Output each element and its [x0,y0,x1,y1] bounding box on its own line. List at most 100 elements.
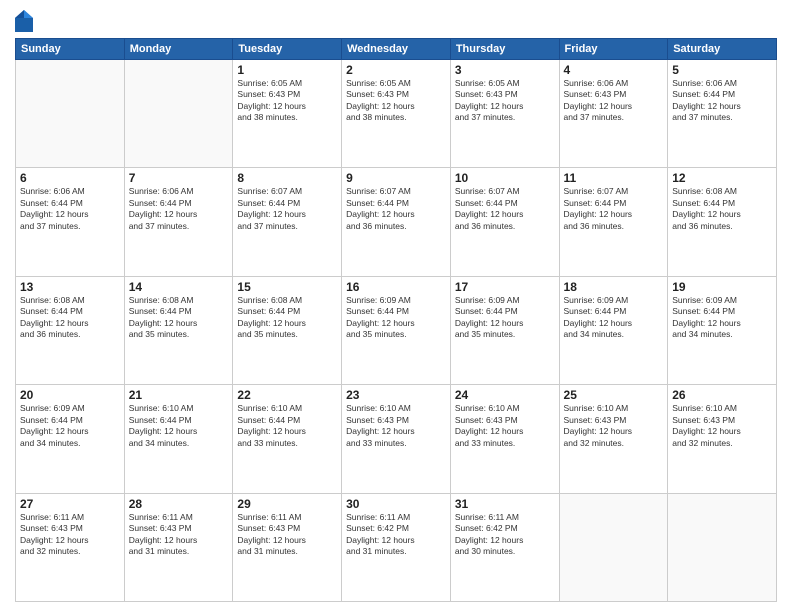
day-number: 13 [20,280,120,294]
calendar-cell: 5Sunrise: 6:06 AM Sunset: 6:44 PM Daylig… [668,60,777,168]
calendar-cell: 28Sunrise: 6:11 AM Sunset: 6:43 PM Dayli… [124,493,233,601]
header [15,10,777,32]
calendar-cell: 7Sunrise: 6:06 AM Sunset: 6:44 PM Daylig… [124,168,233,276]
calendar-table: SundayMondayTuesdayWednesdayThursdayFrid… [15,38,777,602]
day-number: 25 [564,388,664,402]
day-number: 1 [237,63,337,77]
calendar-week-row: 27Sunrise: 6:11 AM Sunset: 6:43 PM Dayli… [16,493,777,601]
day-info: Sunrise: 6:11 AM Sunset: 6:43 PM Dayligh… [237,512,337,558]
calendar-cell: 21Sunrise: 6:10 AM Sunset: 6:44 PM Dayli… [124,385,233,493]
day-number: 19 [672,280,772,294]
calendar-week-row: 6Sunrise: 6:06 AM Sunset: 6:44 PM Daylig… [16,168,777,276]
day-number: 15 [237,280,337,294]
day-number: 4 [564,63,664,77]
calendar-cell: 3Sunrise: 6:05 AM Sunset: 6:43 PM Daylig… [450,60,559,168]
calendar-cell: 23Sunrise: 6:10 AM Sunset: 6:43 PM Dayli… [342,385,451,493]
calendar-header-wednesday: Wednesday [342,39,451,60]
calendar-header-friday: Friday [559,39,668,60]
day-number: 5 [672,63,772,77]
day-info: Sunrise: 6:08 AM Sunset: 6:44 PM Dayligh… [129,295,229,341]
day-info: Sunrise: 6:07 AM Sunset: 6:44 PM Dayligh… [455,186,555,232]
day-number: 11 [564,171,664,185]
logo [15,10,35,32]
day-info: Sunrise: 6:07 AM Sunset: 6:44 PM Dayligh… [237,186,337,232]
calendar-cell: 6Sunrise: 6:06 AM Sunset: 6:44 PM Daylig… [16,168,125,276]
day-info: Sunrise: 6:10 AM Sunset: 6:43 PM Dayligh… [346,403,446,449]
calendar-header-thursday: Thursday [450,39,559,60]
calendar-cell: 27Sunrise: 6:11 AM Sunset: 6:43 PM Dayli… [16,493,125,601]
day-info: Sunrise: 6:07 AM Sunset: 6:44 PM Dayligh… [346,186,446,232]
day-info: Sunrise: 6:11 AM Sunset: 6:43 PM Dayligh… [20,512,120,558]
calendar-header-sunday: Sunday [16,39,125,60]
day-number: 8 [237,171,337,185]
day-info: Sunrise: 6:05 AM Sunset: 6:43 PM Dayligh… [346,78,446,124]
calendar-cell: 9Sunrise: 6:07 AM Sunset: 6:44 PM Daylig… [342,168,451,276]
day-info: Sunrise: 6:06 AM Sunset: 6:44 PM Dayligh… [672,78,772,124]
calendar-cell: 17Sunrise: 6:09 AM Sunset: 6:44 PM Dayli… [450,276,559,384]
day-number: 29 [237,497,337,511]
day-number: 22 [237,388,337,402]
calendar-cell: 11Sunrise: 6:07 AM Sunset: 6:44 PM Dayli… [559,168,668,276]
day-info: Sunrise: 6:08 AM Sunset: 6:44 PM Dayligh… [672,186,772,232]
calendar-cell: 25Sunrise: 6:10 AM Sunset: 6:43 PM Dayli… [559,385,668,493]
calendar-header-saturday: Saturday [668,39,777,60]
calendar-cell: 13Sunrise: 6:08 AM Sunset: 6:44 PM Dayli… [16,276,125,384]
day-info: Sunrise: 6:06 AM Sunset: 6:44 PM Dayligh… [20,186,120,232]
calendar-week-row: 13Sunrise: 6:08 AM Sunset: 6:44 PM Dayli… [16,276,777,384]
calendar-cell: 29Sunrise: 6:11 AM Sunset: 6:43 PM Dayli… [233,493,342,601]
day-info: Sunrise: 6:05 AM Sunset: 6:43 PM Dayligh… [455,78,555,124]
day-info: Sunrise: 6:09 AM Sunset: 6:44 PM Dayligh… [20,403,120,449]
day-number: 27 [20,497,120,511]
day-info: Sunrise: 6:11 AM Sunset: 6:42 PM Dayligh… [346,512,446,558]
calendar-cell: 2Sunrise: 6:05 AM Sunset: 6:43 PM Daylig… [342,60,451,168]
calendar-cell: 8Sunrise: 6:07 AM Sunset: 6:44 PM Daylig… [233,168,342,276]
calendar-cell: 1Sunrise: 6:05 AM Sunset: 6:43 PM Daylig… [233,60,342,168]
day-number: 26 [672,388,772,402]
day-number: 20 [20,388,120,402]
calendar-cell [16,60,125,168]
calendar-cell: 31Sunrise: 6:11 AM Sunset: 6:42 PM Dayli… [450,493,559,601]
day-number: 17 [455,280,555,294]
day-info: Sunrise: 6:10 AM Sunset: 6:43 PM Dayligh… [455,403,555,449]
day-number: 3 [455,63,555,77]
day-info: Sunrise: 6:11 AM Sunset: 6:42 PM Dayligh… [455,512,555,558]
day-info: Sunrise: 6:06 AM Sunset: 6:44 PM Dayligh… [129,186,229,232]
calendar-cell: 16Sunrise: 6:09 AM Sunset: 6:44 PM Dayli… [342,276,451,384]
day-info: Sunrise: 6:08 AM Sunset: 6:44 PM Dayligh… [20,295,120,341]
calendar-week-row: 1Sunrise: 6:05 AM Sunset: 6:43 PM Daylig… [16,60,777,168]
day-number: 12 [672,171,772,185]
calendar-cell: 19Sunrise: 6:09 AM Sunset: 6:44 PM Dayli… [668,276,777,384]
day-info: Sunrise: 6:09 AM Sunset: 6:44 PM Dayligh… [672,295,772,341]
day-number: 9 [346,171,446,185]
calendar-cell [668,493,777,601]
page: SundayMondayTuesdayWednesdayThursdayFrid… [0,0,792,612]
calendar-cell: 4Sunrise: 6:06 AM Sunset: 6:43 PM Daylig… [559,60,668,168]
day-number: 31 [455,497,555,511]
calendar-cell: 14Sunrise: 6:08 AM Sunset: 6:44 PM Dayli… [124,276,233,384]
calendar-week-row: 20Sunrise: 6:09 AM Sunset: 6:44 PM Dayli… [16,385,777,493]
day-number: 21 [129,388,229,402]
day-info: Sunrise: 6:10 AM Sunset: 6:44 PM Dayligh… [129,403,229,449]
day-number: 6 [20,171,120,185]
day-info: Sunrise: 6:05 AM Sunset: 6:43 PM Dayligh… [237,78,337,124]
calendar-cell [559,493,668,601]
day-info: Sunrise: 6:09 AM Sunset: 6:44 PM Dayligh… [346,295,446,341]
day-info: Sunrise: 6:11 AM Sunset: 6:43 PM Dayligh… [129,512,229,558]
day-info: Sunrise: 6:10 AM Sunset: 6:44 PM Dayligh… [237,403,337,449]
calendar-cell: 22Sunrise: 6:10 AM Sunset: 6:44 PM Dayli… [233,385,342,493]
logo-icon [15,10,33,32]
day-number: 2 [346,63,446,77]
calendar-cell: 15Sunrise: 6:08 AM Sunset: 6:44 PM Dayli… [233,276,342,384]
calendar-cell: 20Sunrise: 6:09 AM Sunset: 6:44 PM Dayli… [16,385,125,493]
day-info: Sunrise: 6:09 AM Sunset: 6:44 PM Dayligh… [564,295,664,341]
day-number: 24 [455,388,555,402]
day-info: Sunrise: 6:07 AM Sunset: 6:44 PM Dayligh… [564,186,664,232]
day-number: 18 [564,280,664,294]
day-info: Sunrise: 6:08 AM Sunset: 6:44 PM Dayligh… [237,295,337,341]
calendar-cell: 12Sunrise: 6:08 AM Sunset: 6:44 PM Dayli… [668,168,777,276]
calendar-cell: 24Sunrise: 6:10 AM Sunset: 6:43 PM Dayli… [450,385,559,493]
calendar-header-monday: Monday [124,39,233,60]
day-number: 23 [346,388,446,402]
day-number: 16 [346,280,446,294]
calendar-cell: 10Sunrise: 6:07 AM Sunset: 6:44 PM Dayli… [450,168,559,276]
